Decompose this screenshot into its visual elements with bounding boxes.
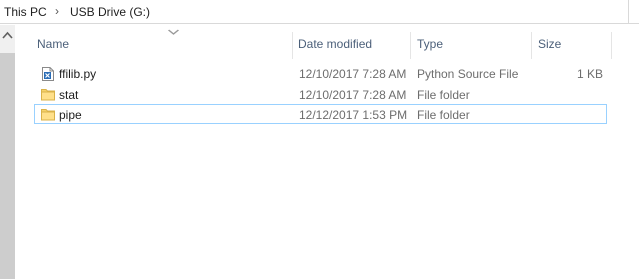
breadcrumb-separator-icon[interactable]: › bbox=[55, 4, 59, 18]
folder-icon bbox=[41, 88, 55, 101]
file-row-focused[interactable]: pipe 12/12/2017 1:53 PM File folder bbox=[34, 104, 607, 124]
file-size: 1 KB bbox=[576, 67, 603, 81]
file-type: File folder bbox=[417, 88, 470, 102]
column-divider[interactable] bbox=[611, 32, 612, 59]
file-date-modified: 12/10/2017 7:28 AM bbox=[299, 88, 407, 102]
address-bar[interactable]: This PC › USB Drive (G:) bbox=[0, 0, 639, 24]
column-divider[interactable] bbox=[410, 32, 411, 59]
file-name: stat bbox=[59, 88, 79, 102]
column-header-type[interactable]: Type bbox=[417, 37, 443, 51]
python-file-icon bbox=[41, 67, 55, 81]
file-date-modified: 12/12/2017 1:53 PM bbox=[299, 108, 408, 122]
breadcrumb-usb-drive[interactable]: USB Drive (G:) bbox=[70, 5, 150, 19]
file-type: File folder bbox=[417, 108, 470, 122]
scroll-up-arrow-icon[interactable] bbox=[2, 31, 13, 41]
breadcrumb-this-pc[interactable]: This PC bbox=[4, 5, 47, 19]
column-header-row: Name Date modified Type Size bbox=[15, 25, 639, 59]
column-divider[interactable] bbox=[292, 32, 293, 59]
column-divider[interactable] bbox=[531, 32, 532, 59]
nav-pane-scrollbar[interactable] bbox=[0, 25, 15, 279]
file-row[interactable]: ffilib.py 12/10/2017 7:28 AM Python Sour… bbox=[34, 63, 607, 83]
file-name: pipe bbox=[59, 108, 82, 122]
file-row[interactable]: stat 12/10/2017 7:28 AM File folder bbox=[34, 84, 607, 104]
address-bar-end bbox=[628, 0, 639, 23]
column-header-size[interactable]: Size bbox=[538, 37, 561, 51]
file-date-modified: 12/10/2017 7:28 AM bbox=[299, 67, 407, 81]
sort-chevron-down-icon bbox=[167, 27, 180, 38]
column-header-name[interactable]: Name bbox=[37, 37, 69, 51]
scrollbar-thumb[interactable] bbox=[0, 53, 15, 279]
file-explorer-window: This PC › USB Drive (G:) Name Date modif… bbox=[0, 0, 639, 279]
column-header-date-modified[interactable]: Date modified bbox=[298, 37, 372, 51]
folder-icon bbox=[41, 108, 55, 121]
file-type: Python Source File bbox=[417, 67, 519, 81]
file-name: ffilib.py bbox=[59, 67, 97, 81]
